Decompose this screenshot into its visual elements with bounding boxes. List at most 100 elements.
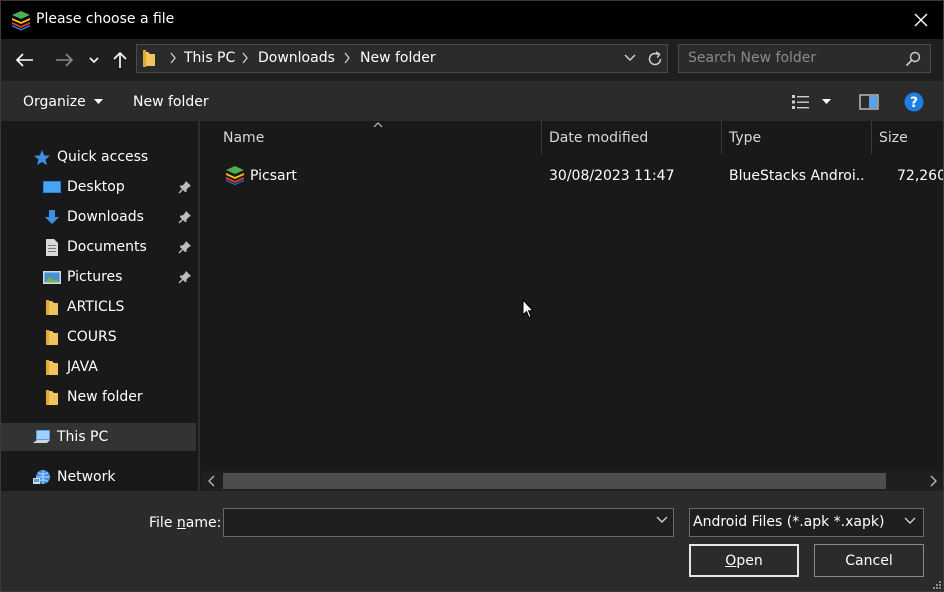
breadcrumb-this-pc[interactable]: This PC	[184, 50, 235, 66]
sidebar-item-label: Downloads	[67, 209, 144, 225]
scrollbar-thumb[interactable]	[223, 473, 886, 489]
label-part: ame:	[185, 515, 222, 531]
close-button[interactable]	[899, 1, 943, 39]
address-bar[interactable]: This PC Downloads New folder	[136, 44, 668, 73]
sidebar-item-label: This PC	[57, 429, 109, 445]
file-name: Picsart	[250, 168, 297, 184]
column-divider[interactable]	[541, 121, 542, 154]
file-name-input[interactable]	[223, 508, 674, 537]
close-icon	[914, 13, 928, 27]
folder-icon	[46, 300, 58, 315]
bluestacks-icon	[12, 11, 30, 31]
network-icon	[33, 470, 50, 484]
sidebar-item-label: Documents	[67, 239, 147, 255]
preview-pane-icon[interactable]	[859, 94, 879, 110]
computer-icon	[33, 430, 50, 443]
cancel-button[interactable]: Cancel	[814, 544, 924, 577]
chevron-right-icon	[170, 52, 176, 64]
pin-icon	[178, 211, 191, 224]
sidebar-item-this-pc[interactable]: This PC	[1, 423, 196, 451]
chevron-right-icon	[242, 52, 248, 64]
window-title: Please choose a file	[36, 11, 175, 27]
back-button[interactable]	[14, 49, 36, 71]
view-details-icon[interactable]	[791, 94, 811, 110]
pin-icon	[178, 241, 191, 254]
scroll-left-icon[interactable]	[208, 475, 215, 487]
chevron-down-icon[interactable]	[624, 53, 636, 63]
navigation-pane: Quick access Desktop Downloads Documents…	[1, 121, 199, 491]
caret-down-icon	[94, 99, 104, 104]
organize-button[interactable]: Organize	[23, 94, 104, 110]
organize-label: Organize	[23, 94, 86, 110]
column-header-date-modified[interactable]: Date modified	[549, 130, 648, 146]
sidebar-item-label: Pictures	[67, 269, 123, 285]
sidebar-item-java[interactable]: JAVA	[1, 353, 196, 381]
desktop-icon	[43, 181, 61, 193]
sidebar-item-desktop[interactable]: Desktop	[1, 173, 196, 201]
search-icon	[905, 51, 921, 67]
breadcrumb-new-folder[interactable]: New folder	[360, 50, 436, 66]
pane-splitter[interactable]	[198, 121, 200, 491]
mouse-cursor-icon	[522, 299, 534, 319]
sidebar-item-downloads[interactable]: Downloads	[1, 203, 196, 231]
sidebar-item-label: ARTICLS	[67, 299, 125, 315]
sidebar-item-cours[interactable]: COURS	[1, 323, 196, 351]
folder-icon	[46, 390, 58, 405]
scroll-right-icon[interactable]	[930, 475, 937, 487]
file-list: Name Date modified Type Size Picsart 30/…	[202, 121, 943, 471]
pin-icon	[178, 181, 191, 194]
open-button[interactable]: Open	[689, 544, 799, 577]
arrow-up-icon	[113, 51, 127, 68]
bluestacks-file-icon	[226, 166, 244, 185]
label-part: File	[149, 515, 177, 531]
sidebar-item-quick-access[interactable]: Quick access	[1, 143, 196, 171]
file-type-select[interactable]: Android Files (*.apk *.xapk)	[689, 508, 924, 537]
sidebar-item-network[interactable]: Network	[1, 463, 196, 491]
sidebar-item-new-folder[interactable]: New folder	[1, 383, 196, 411]
folder-icon	[46, 360, 58, 375]
resize-grip-icon[interactable]	[931, 579, 941, 589]
chevron-down-icon[interactable]	[656, 516, 668, 524]
sidebar-item-documents[interactable]: Documents	[1, 233, 196, 261]
file-name-label: File name:	[149, 515, 221, 531]
sidebar-item-label: Network	[57, 469, 116, 485]
sidebar-item-pictures[interactable]: Pictures	[1, 263, 196, 291]
file-size: 72,260	[897, 168, 943, 184]
up-button[interactable]	[109, 49, 131, 71]
document-icon	[46, 239, 58, 256]
refresh-icon[interactable]	[646, 50, 664, 68]
search-input[interactable]: Search New folder	[678, 44, 931, 73]
file-type: BlueStacks Androi...	[729, 168, 865, 184]
sort-ascending-icon	[373, 122, 383, 128]
button-label: pen	[736, 552, 763, 569]
column-header-type[interactable]: Type	[729, 130, 761, 146]
forward-button[interactable]	[53, 49, 75, 71]
arrow-right-icon	[56, 53, 73, 67]
command-bar: Organize New folder ?	[1, 81, 943, 121]
sidebar-item-label: COURS	[67, 329, 117, 345]
column-header-name[interactable]: Name	[223, 130, 264, 146]
help-icon[interactable]: ?	[904, 92, 924, 112]
file-dialog: Please choose a file This PC Downloads N…	[0, 0, 944, 592]
sidebar-item-label: Quick access	[57, 149, 149, 165]
file-type-value: Android Files (*.apk *.xapk)	[693, 514, 885, 530]
address-row: This PC Downloads New folder Search New …	[1, 39, 943, 81]
column-divider[interactable]	[871, 121, 872, 154]
horizontal-scrollbar[interactable]	[202, 471, 943, 491]
dialog-footer: File name: Android Files (*.apk *.xapk) …	[1, 491, 943, 591]
download-arrow-icon	[45, 210, 59, 224]
folder-icon	[46, 330, 58, 345]
column-header-size[interactable]: Size	[879, 130, 908, 146]
new-folder-button[interactable]: New folder	[133, 94, 209, 110]
chevron-down-icon	[904, 517, 916, 524]
pin-icon	[178, 271, 191, 284]
column-divider[interactable]	[721, 121, 722, 154]
caret-down-icon[interactable]	[822, 99, 831, 105]
help-glyph: ?	[910, 95, 918, 111]
sidebar-item-articls[interactable]: ARTICLS	[1, 293, 196, 321]
recent-locations-button[interactable]	[83, 49, 105, 71]
table-row[interactable]: Picsart 30/08/2023 11:47 BlueStacks Andr…	[202, 161, 943, 191]
sidebar-item-label: Desktop	[67, 179, 125, 195]
breadcrumb-downloads[interactable]: Downloads	[258, 50, 335, 66]
chevron-right-icon	[344, 52, 350, 64]
